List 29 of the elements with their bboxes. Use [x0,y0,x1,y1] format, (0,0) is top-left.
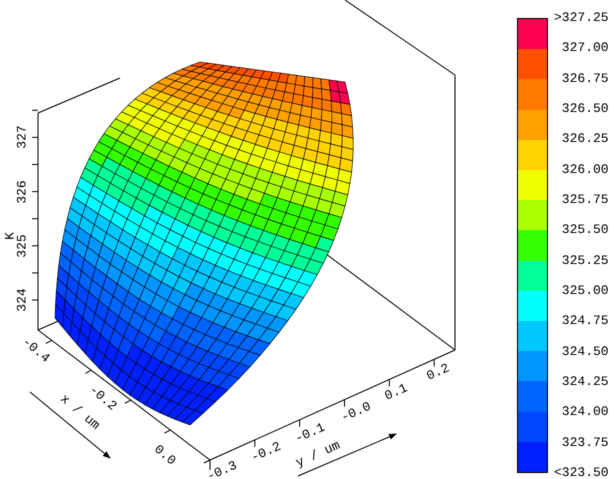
z-tick-label: 327 [14,125,30,149]
colorbar-label: 323.75 [560,434,609,451]
x-tick-label: -0.4 [19,334,53,366]
x-tick-label: 0.0 [151,442,179,468]
y-tick-label: 0.1 [382,380,410,404]
z-tick-label: 326 [14,180,30,204]
colorbar-label: 326.25 [560,131,609,148]
colorbar-label: 324.75 [560,313,609,330]
colorbar-label: 325.75 [560,192,609,208]
colorbar-label: 326.00 [560,162,609,178]
z-axis-label: K [2,232,18,240]
y-tick-label: -0.0 [338,398,374,426]
x-tick-label: -0.2 [86,382,120,414]
colorbar-label: 324.25 [560,374,609,390]
y-tick-label: -0.2 [248,438,284,466]
colorbar-label: 324.50 [560,344,609,360]
colorbar-label: 327.00 [560,40,609,56]
z-tick-label: 325 [14,234,30,258]
colorbar-label: <323.50 [554,464,609,479]
colorbar-label: 325.50 [560,222,609,238]
colorbar-label: 325.25 [560,252,609,269]
z-tick-label: 324 [14,288,30,312]
colorbar-label: 325.00 [560,282,609,299]
colorbar-label: >327.25 [554,10,609,26]
y-tick-label: 0.2 [424,360,452,384]
colorbar-label: 326.75 [560,70,609,87]
y-tick-label: -0.3 [204,458,240,479]
colorbar-label: 326.50 [560,100,609,117]
colorbar-label: 324.00 [560,404,609,420]
